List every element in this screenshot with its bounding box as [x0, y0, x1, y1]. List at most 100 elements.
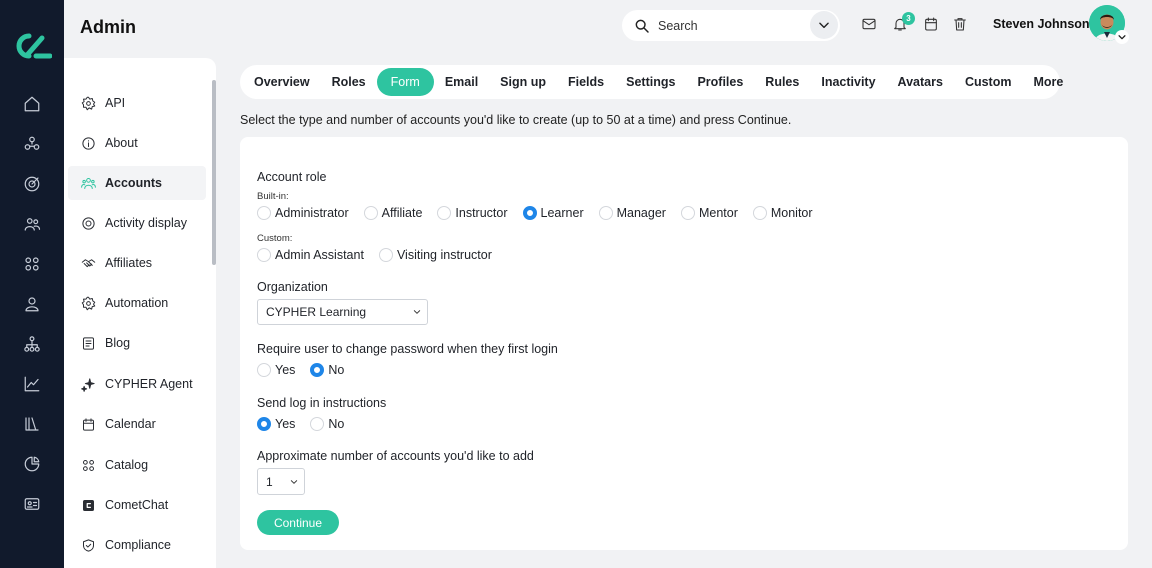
trash-icon[interactable] — [952, 16, 970, 34]
tab-fields[interactable]: Fields — [557, 68, 615, 96]
tab-custom[interactable]: Custom — [954, 68, 1023, 96]
radio-administrator[interactable]: Administrator — [257, 206, 349, 220]
network-icon[interactable] — [22, 134, 42, 154]
tab-email[interactable]: Email — [434, 68, 489, 96]
sidebar-item-affiliates[interactable]: Affiliates — [68, 246, 206, 280]
calendar-icon — [83, 417, 94, 431]
grid-icon[interactable] — [22, 254, 42, 274]
sidebar-item-label: Calendar — [105, 417, 156, 431]
hierarchy-icon[interactable] — [22, 334, 42, 354]
sidebar-item-blog[interactable]: Blog — [68, 326, 206, 360]
sidebar-item-label: Activity display — [105, 216, 187, 230]
tab-overview[interactable]: Overview — [243, 68, 321, 96]
users-icon[interactable] — [22, 214, 42, 234]
sidebar-item-label: CometChat — [105, 498, 169, 512]
tab-avatars[interactable]: Avatars — [887, 68, 954, 96]
radio-visiting-instructor[interactable]: Visiting instructor — [378, 248, 492, 262]
user-name[interactable]: Steven Johnson — [993, 17, 1090, 31]
tab-bar: Overview Roles Form Email Sign up Fields… — [240, 65, 1063, 99]
grid-icon — [83, 459, 94, 471]
chevron-down-icon — [290, 479, 298, 484]
app-rail — [0, 0, 64, 568]
radio-admin-assistant[interactable]: Admin Assistant — [257, 248, 364, 262]
tab-sign-up[interactable]: Sign up — [489, 68, 557, 96]
change-password-label: Require user to change password when the… — [257, 342, 558, 356]
sidebar-item-compliance[interactable]: Compliance — [68, 528, 206, 562]
continue-button[interactable]: Continue — [257, 510, 339, 535]
account-count-select[interactable]: 1 — [257, 468, 305, 495]
account-count-value: 1 — [266, 474, 273, 489]
logo[interactable] — [12, 30, 53, 62]
radio-instructions-yes[interactable]: Yes — [257, 417, 295, 431]
radio-password-yes[interactable]: Yes — [257, 363, 295, 377]
settings-sidebar: API About Accounts Activity display Affi… — [64, 58, 216, 568]
organization-label: Organization — [257, 280, 328, 294]
sidebar-item-automation[interactable]: Automation — [68, 286, 206, 320]
user-menu-toggle[interactable] — [1115, 30, 1129, 44]
tab-settings[interactable]: Settings — [615, 68, 686, 96]
radio-instructor[interactable]: Instructor — [437, 206, 508, 220]
calendar-icon[interactable] — [923, 16, 941, 34]
home-icon[interactable] — [22, 94, 42, 114]
page-title: Admin — [80, 17, 136, 37]
target-icon[interactable] — [22, 174, 42, 194]
sidebar-scrollbar[interactable] — [212, 80, 216, 265]
handshake-icon — [81, 258, 96, 267]
tab-inactivity[interactable]: Inactivity — [810, 68, 886, 96]
sidebar-item-cypher-agent[interactable]: CYPHER Agent — [68, 367, 206, 401]
id-card-icon[interactable] — [22, 494, 42, 514]
notification-badge: 3 — [902, 12, 915, 25]
tab-rules[interactable]: Rules — [754, 68, 810, 96]
custom-label: Custom: — [257, 233, 293, 244]
user-icon[interactable] — [22, 294, 42, 314]
radio-monitor[interactable]: Monitor — [752, 206, 813, 220]
radio-instructions-no[interactable]: No — [310, 417, 344, 431]
search-input[interactable] — [658, 18, 798, 33]
users-icon — [81, 177, 96, 189]
mail-icon[interactable] — [861, 16, 879, 34]
document-icon — [83, 336, 94, 350]
tab-more[interactable]: More — [1022, 68, 1074, 96]
sidebar-item-label: API — [105, 96, 126, 110]
radio-mentor[interactable]: Mentor — [680, 206, 738, 220]
tab-form[interactable]: Form — [376, 68, 434, 96]
sidebar-item-label: About — [105, 136, 138, 150]
organization-select[interactable]: CYPHER Learning — [257, 299, 428, 325]
chevron-down-icon — [1118, 35, 1126, 40]
shield-icon — [83, 538, 94, 552]
search-scope-dropdown[interactable] — [810, 11, 838, 39]
chart-icon[interactable] — [22, 374, 42, 394]
send-instructions-label: Send log in instructions — [257, 396, 387, 410]
send-instructions-group: Yes No — [257, 415, 359, 433]
sidebar-item-calendar[interactable]: Calendar — [68, 407, 206, 441]
sidebar-item-label: Accounts — [105, 176, 162, 190]
sidebar-item-api[interactable]: API — [68, 86, 206, 120]
chevron-down-icon — [819, 22, 829, 29]
search-box[interactable] — [622, 10, 840, 41]
tab-profiles[interactable]: Profiles — [686, 68, 754, 96]
sidebar-item-catalog[interactable]: Catalog — [68, 448, 206, 482]
sidebar-item-label: Blog — [105, 336, 131, 350]
sidebar-item-label: Affiliates — [105, 256, 153, 270]
change-password-group: Yes No — [257, 361, 359, 379]
search-icon — [634, 18, 650, 34]
radio-affiliate[interactable]: Affiliate — [363, 206, 422, 220]
builtin-label: Built-in: — [257, 191, 289, 202]
sidebar-item-cometchat[interactable]: CometChat — [68, 488, 206, 522]
chat-icon — [83, 499, 94, 511]
sparkle-icon — [81, 377, 95, 392]
radio-manager[interactable]: Manager — [598, 206, 666, 220]
builtin-role-group: Administrator Affiliate Instructor Learn… — [257, 204, 828, 222]
radio-learner[interactable]: Learner — [522, 206, 584, 220]
pie-icon[interactable] — [22, 454, 42, 474]
tab-roles[interactable]: Roles — [321, 68, 377, 96]
radio-password-no[interactable]: No — [310, 363, 344, 377]
chevron-down-icon — [413, 310, 421, 314]
sidebar-item-accounts[interactable]: Accounts — [68, 166, 206, 200]
sidebar-item-activity-display[interactable]: Activity display — [68, 206, 206, 240]
instructions-text: Select the type and number of accounts y… — [240, 113, 792, 127]
custom-role-group: Admin Assistant Visiting instructor — [257, 246, 507, 264]
library-icon[interactable] — [22, 414, 42, 434]
sidebar-item-label: CYPHER Agent — [105, 377, 193, 391]
sidebar-item-about[interactable]: About — [68, 126, 206, 160]
